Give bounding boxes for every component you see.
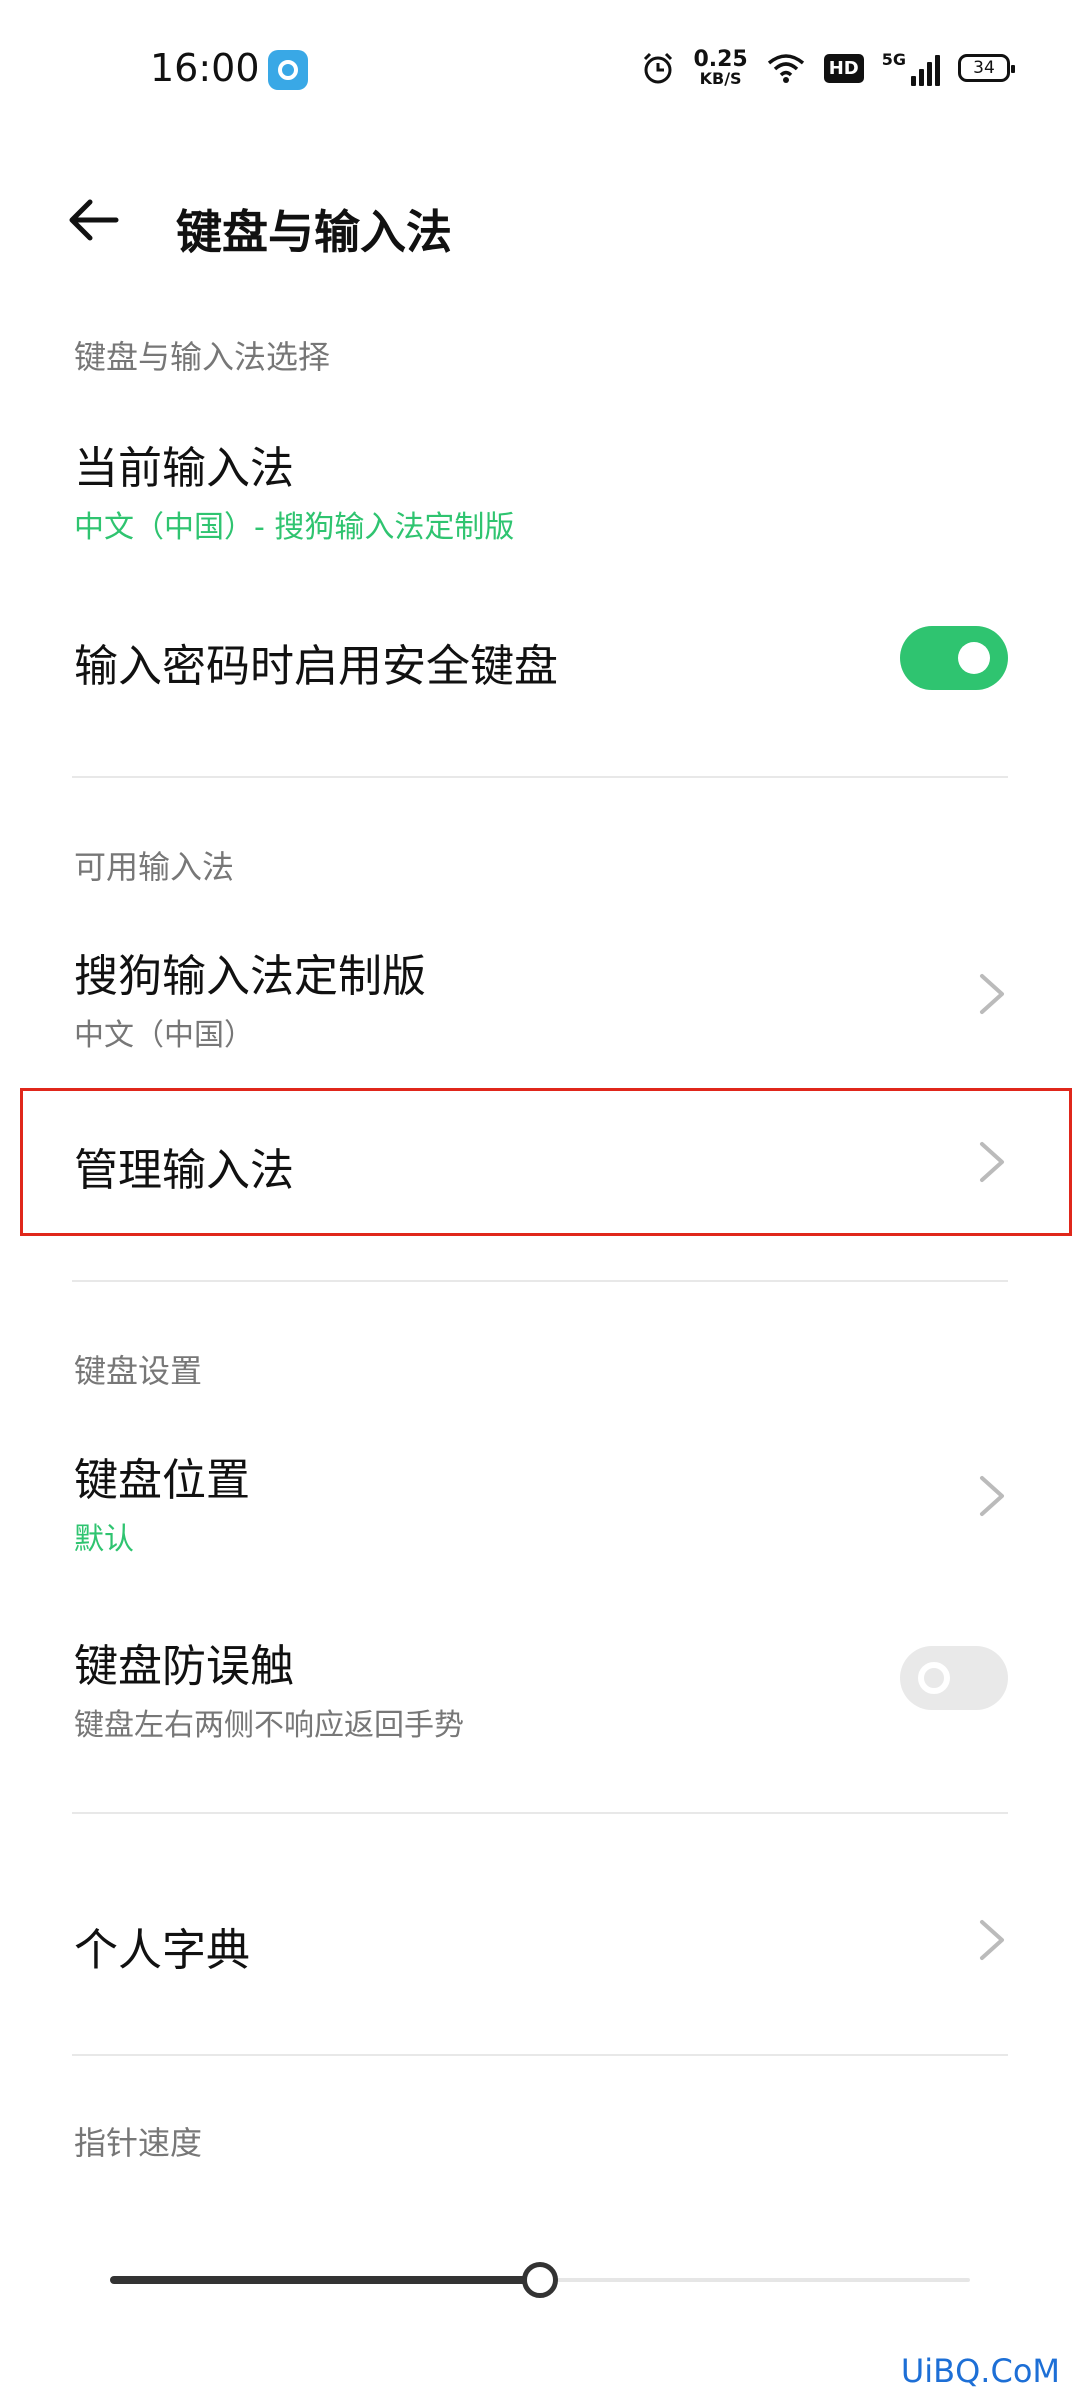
toggle-knob: [958, 642, 990, 674]
keyboard-position-subtitle: 默认: [74, 1522, 134, 1557]
chevron-right-icon: [980, 1142, 1004, 1182]
anti-mistouch-toggle[interactable]: [900, 1646, 1008, 1710]
divider: [72, 776, 1008, 778]
secure-keyboard-toggle[interactable]: [900, 626, 1008, 690]
current-ime-row[interactable]: 当前输入法 中文（中国）- 搜狗输入法定制版: [0, 410, 1080, 560]
current-ime-title: 当前输入法: [74, 443, 294, 494]
secure-keyboard-row: 输入密码时启用安全键盘: [0, 600, 1080, 720]
section-header-available-ime: 可用输入法: [74, 848, 235, 886]
alarm-icon: [644, 52, 673, 84]
chevron-right-icon: [980, 1920, 1004, 1960]
divider: [72, 1280, 1008, 1282]
signal-icon: 5G: [882, 50, 940, 86]
chevron-right-icon: [980, 1476, 1004, 1516]
section-header-pointer-speed: 指针速度: [74, 2124, 203, 2162]
manage-ime-row[interactable]: 管理输入法: [0, 1092, 1080, 1232]
net-speed: 0.25 KB/S: [693, 49, 747, 87]
status-icons: 0.25 KB/S HD 5G 34: [641, 46, 1015, 90]
watermark-text: UiBQ.CoM: [900, 2352, 1060, 2390]
anti-mistouch-title: 键盘防误触: [74, 1641, 294, 1692]
sogou-ime-row[interactable]: 搜狗输入法定制版 中文（中国）: [0, 920, 1080, 1070]
sogou-ime-subtitle: 中文（中国）: [74, 1018, 254, 1053]
page-title: 键盘与输入法: [176, 205, 452, 259]
back-arrow-icon[interactable]: [64, 192, 124, 248]
chevron-right-icon: [980, 974, 1004, 1014]
pointer-speed-slider[interactable]: [110, 2250, 970, 2310]
manage-ime-title: 管理输入法: [74, 1145, 294, 1196]
divider: [72, 2054, 1008, 2056]
toggle-knob: [918, 1662, 950, 1694]
section-header-keyboard-settings: 键盘设置: [74, 1352, 203, 1390]
slider-thumb[interactable]: [522, 2262, 558, 2298]
battery-icon: 34: [958, 54, 1015, 82]
keyboard-position-title: 键盘位置: [74, 1455, 250, 1506]
keyboard-position-row[interactable]: 键盘位置 默认: [0, 1420, 1080, 1570]
current-ime-subtitle: 中文（中国）- 搜狗输入法定制版: [74, 510, 515, 545]
network-type: 5G: [881, 50, 906, 69]
app-notification-icon: [268, 50, 308, 90]
divider: [72, 1812, 1008, 1814]
personal-dictionary-title: 个人字典: [74, 1925, 250, 1976]
net-speed-value: 0.25: [693, 47, 748, 72]
net-speed-unit: KB/S: [699, 69, 742, 88]
hd-icon: HD: [823, 53, 864, 83]
status-bar: 16:00 0.25 KB/S HD 5G 34: [0, 0, 1080, 140]
section-header-ime-select: 键盘与输入法选择: [74, 338, 331, 376]
secure-keyboard-title: 输入密码时启用安全键盘: [74, 641, 558, 692]
app-header: 键盘与输入法: [0, 160, 1080, 280]
sogou-ime-title: 搜狗输入法定制版: [74, 951, 426, 1002]
status-time: 16:00: [150, 46, 260, 90]
slider-fill: [110, 2276, 540, 2284]
anti-mistouch-row: 键盘防误触 键盘左右两侧不响应返回手势: [0, 1610, 1080, 1760]
anti-mistouch-subtitle: 键盘左右两侧不响应返回手势: [74, 1708, 464, 1743]
personal-dictionary-row[interactable]: 个人字典: [0, 1870, 1080, 2010]
wifi-icon: [767, 54, 804, 83]
